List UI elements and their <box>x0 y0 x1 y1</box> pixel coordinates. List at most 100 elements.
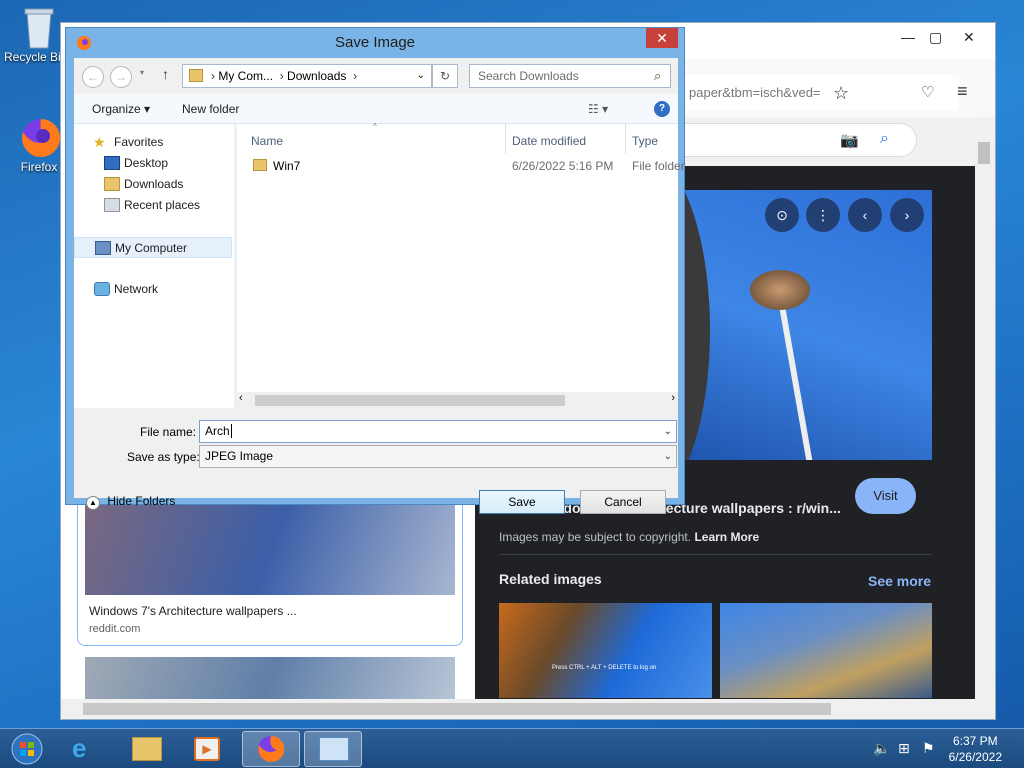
camera-icon[interactable]: 📷 <box>840 131 859 149</box>
close-icon[interactable]: ✕ <box>963 29 975 46</box>
dialog-toolbar: Organize ▾ New folder ☷ ▾ ? <box>74 94 678 124</box>
breadcrumb-downloads[interactable]: Downloads <box>287 69 346 83</box>
taskbar-media-player[interactable]: ▶ <box>178 731 236 767</box>
menu-icon[interactable]: ≡ <box>957 81 968 102</box>
collapse-icon: ▲ <box>86 496 100 510</box>
file-name: Win7 <box>273 159 301 173</box>
chevron-down-icon[interactable]: ⌄ <box>417 65 425 87</box>
save-options: File name: Arch ⌄ Save as type: JPEG Ima… <box>74 410 678 514</box>
file-name-input[interactable]: Arch ⌄ <box>199 420 677 443</box>
search-downloads-input[interactable]: Search Downloads <box>469 64 671 88</box>
related-images-heading: Related images <box>499 571 602 587</box>
card-thumbnail[interactable] <box>85 505 455 595</box>
nav-network[interactable]: Network <box>74 279 232 300</box>
start-button[interactable] <box>2 731 52 767</box>
previous-icon[interactable]: ‹ <box>848 198 882 232</box>
desktop-icon <box>104 156 120 170</box>
sort-indicator-icon: ^ <box>373 122 377 131</box>
horizontal-scrollbar[interactable] <box>61 699 995 719</box>
next-icon[interactable]: › <box>890 198 924 232</box>
hide-folders-label: Hide Folders <box>107 494 176 508</box>
volume-muted-icon[interactable]: 🔈 <box>873 740 890 757</box>
action-center-icon[interactable]: ⚑ <box>922 740 935 757</box>
image-search-box[interactable]: 📷 ⌕ <box>681 123 917 157</box>
breadcrumb-my-computer[interactable]: My Com... <box>218 69 273 83</box>
bookmark-star-icon[interactable]: ☆ <box>833 83 849 104</box>
network-status-icon[interactable]: ⊞ <box>898 740 910 757</box>
control-panel-icon <box>319 737 349 761</box>
copyright-text: Images may be subject to copyright. <box>499 530 692 544</box>
taskbar-internet-explorer[interactable]: e <box>58 731 116 767</box>
dialog-title: Save Image <box>334 34 416 51</box>
taskbar-control-panel[interactable] <box>304 731 362 767</box>
taskbar-file-explorer[interactable] <box>118 731 176 767</box>
save-as-type-select[interactable]: JPEG Image ⌄ <box>199 445 677 468</box>
clock-date: 6/26/2022 <box>948 750 1002 764</box>
help-icon[interactable]: ? <box>654 101 670 117</box>
computer-icon <box>95 241 111 255</box>
recent-locations-icon[interactable]: ▾ <box>140 68 144 77</box>
related-image-1[interactable]: Press CTRL + ALT + DELETE to log on <box>499 603 712 698</box>
maximize-icon[interactable]: ▢ <box>929 29 942 46</box>
dialog-close-button[interactable]: ✕ <box>646 28 678 48</box>
related-image-2[interactable] <box>720 603 932 698</box>
save-button[interactable]: Save <box>479 490 565 514</box>
file-row[interactable]: Win7 6/26/2022 5:16 PM File folder <box>237 156 685 176</box>
chevron-down-icon[interactable]: ⌄ <box>664 446 672 467</box>
minimize-icon[interactable]: — <box>901 29 915 45</box>
folder-icon <box>132 737 162 761</box>
visit-button[interactable]: Visit <box>855 478 916 514</box>
column-type[interactable]: Type <box>632 134 658 148</box>
new-folder-button[interactable]: New folder <box>182 102 239 116</box>
result-thumbnail[interactable] <box>85 657 455 699</box>
search-icon[interactable]: ⌕ <box>654 68 661 84</box>
taskbar: e ▶ 🔈 ⊞ ⚑ 6:37 PM 6/26/2022 <box>0 728 1024 768</box>
divider <box>499 554 932 555</box>
nav-desktop-label: Desktop <box>124 156 169 170</box>
hide-folders-toggle[interactable]: ▲ Hide Folders <box>86 494 175 512</box>
column-date-modified[interactable]: Date modified <box>512 134 586 148</box>
chevron-down-icon[interactable]: ⌄ <box>664 421 672 442</box>
vertical-scrollbar[interactable] <box>975 118 993 703</box>
save-image-dialog: Save Image ✕ ← → ▾ ↑ › My Com... › Downl… <box>65 27 685 514</box>
more-options-icon[interactable]: ⋮ <box>806 198 840 232</box>
nav-downloads[interactable]: Downloads <box>74 174 232 195</box>
folder-icon <box>189 69 203 82</box>
nav-desktop[interactable]: Desktop <box>74 153 232 174</box>
lens-icon[interactable]: ⊙ <box>765 198 799 232</box>
downloads-folder-icon <box>104 177 120 191</box>
nav-favorites-label: Favorites <box>114 135 164 149</box>
scroll-right-icon[interactable]: › <box>671 392 675 404</box>
learn-more-link[interactable]: Learn More <box>694 530 759 544</box>
nav-recent-places[interactable]: Recent places <box>74 195 232 216</box>
organize-button[interactable]: Organize ▾ <box>92 102 150 116</box>
up-arrow-icon[interactable]: ↑ <box>162 66 169 82</box>
firefox-icon <box>19 116 61 157</box>
view-options-icon[interactable]: ☷ ▾ <box>588 102 608 116</box>
system-clock[interactable]: 6:37 PM 6/26/2022 <box>949 733 1002 765</box>
search-icon[interactable]: ⌕ <box>880 130 889 148</box>
nav-downloads-label: Downloads <box>124 177 184 191</box>
url-bar[interactable]: paper&tbm=isch&ved= <box>681 75 959 111</box>
nav-favorites[interactable]: ★ Favorites <box>74 132 232 153</box>
forward-button[interactable]: → <box>110 66 132 88</box>
column-name[interactable]: Name <box>251 134 283 148</box>
nav-my-computer[interactable]: My Computer <box>74 237 232 258</box>
back-button[interactable]: ← <box>82 66 104 88</box>
file-list-hscrollbar[interactable]: ‹ › <box>237 392 678 408</box>
navigation-pane: ★ Favorites Desktop Downloads Recent pla… <box>74 124 234 408</box>
file-name-value: Arch <box>205 424 230 438</box>
taskbar-firefox[interactable] <box>242 731 300 767</box>
see-more-link[interactable]: See more <box>868 573 931 589</box>
pocket-icon[interactable]: ♡ <box>921 83 934 101</box>
save-as-type-value: JPEG Image <box>205 449 274 463</box>
nav-network-label: Network <box>114 282 159 296</box>
refresh-icon[interactable]: ↻ <box>432 64 458 88</box>
scroll-left-icon[interactable]: ‹ <box>239 392 243 404</box>
internet-explorer-icon: e <box>72 733 87 763</box>
save-as-type-label: Save as type: <box>127 450 200 464</box>
card-caption: Windows 7's Architecture wallpapers ... <box>89 604 297 618</box>
address-bar[interactable]: › My Com... › Downloads › ⌄ <box>182 64 432 88</box>
cancel-button[interactable]: Cancel <box>580 490 666 514</box>
card-source: reddit.com <box>89 623 141 635</box>
